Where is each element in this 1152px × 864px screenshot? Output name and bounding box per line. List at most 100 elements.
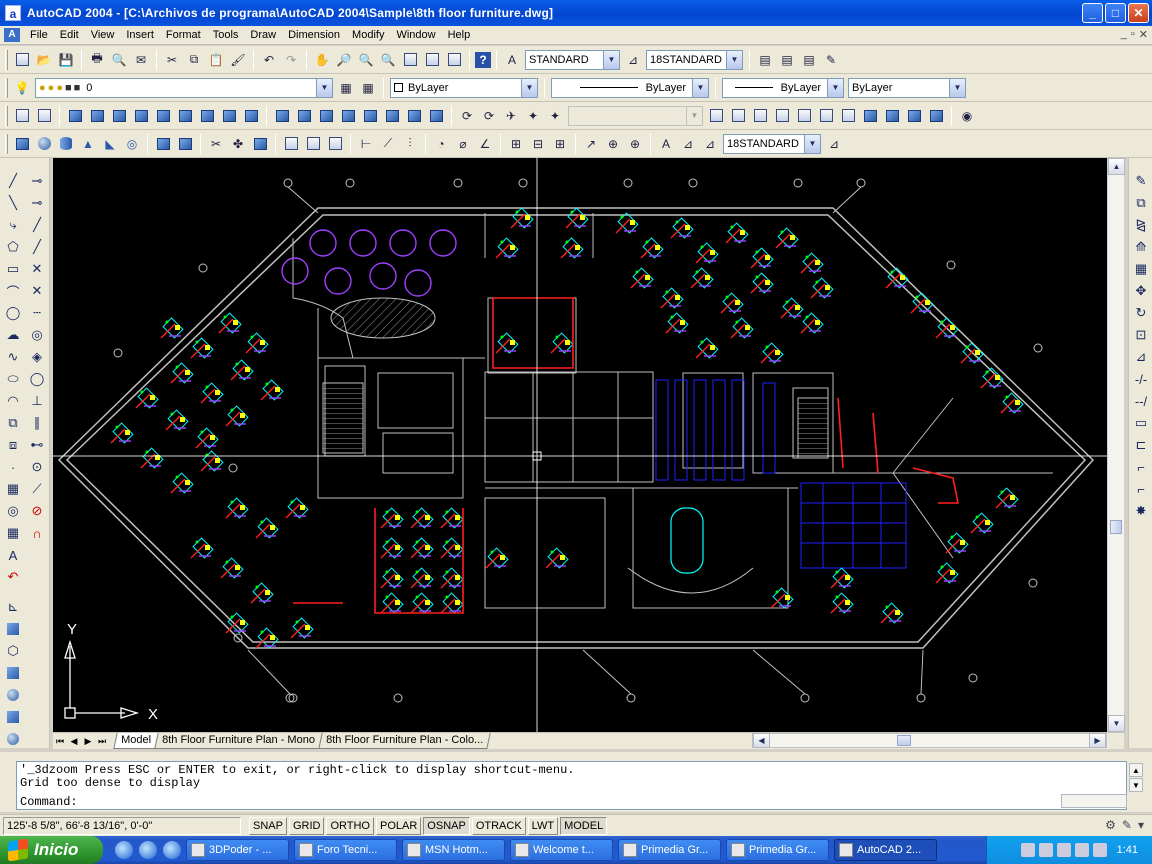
- title-bar[interactable]: a AutoCAD 2004 - [C:\Archivos de program…: [0, 0, 1152, 26]
- layer-tool-2-icon[interactable]: ▤: [777, 50, 797, 70]
- box-solid-icon[interactable]: [12, 134, 32, 154]
- pyramid-icon[interactable]: [109, 106, 129, 126]
- array-icon[interactable]: ▦: [1131, 259, 1151, 279]
- tab-furniture-plan-mono[interactable]: 8th Floor Furniture Plan - Mono: [154, 733, 323, 749]
- left-view-icon[interactable]: [772, 106, 792, 126]
- new-icon[interactable]: [12, 50, 32, 70]
- cone-solid-icon[interactable]: ▲: [78, 134, 98, 154]
- minimize-button[interactable]: _: [1082, 3, 1103, 23]
- revision-cloud-icon[interactable]: ☁: [3, 325, 23, 345]
- continue-dimension-icon[interactable]: ⊞: [550, 134, 570, 154]
- extend-icon[interactable]: --/: [1131, 391, 1151, 411]
- quicklaunch-media-icon[interactable]: [163, 841, 181, 859]
- lights-icon[interactable]: [316, 106, 336, 126]
- center-mark-icon[interactable]: ⊕: [625, 134, 645, 154]
- menu-edit[interactable]: Edit: [54, 29, 85, 41]
- command-scroll-up[interactable]: ▲: [1129, 763, 1143, 777]
- scene-icon[interactable]: [294, 106, 314, 126]
- ortho-toggle[interactable]: ORTHO: [326, 816, 374, 835]
- autocad-app-icon[interactable]: a: [5, 5, 21, 21]
- rectangle-icon[interactable]: ▭: [3, 259, 23, 279]
- ordinate-dimension-icon[interactable]: ⫶: [400, 134, 420, 154]
- ucs-icon[interactable]: ⊾: [3, 597, 23, 617]
- snap-endpoint-icon[interactable]: ╱: [27, 215, 47, 235]
- menu-format[interactable]: Format: [160, 29, 207, 41]
- vertical-scroll-thumb[interactable]: [1110, 520, 1122, 534]
- fillet-icon[interactable]: ⌐: [1131, 479, 1151, 499]
- polygon-icon[interactable]: ⬠: [3, 237, 23, 257]
- se-iso-icon[interactable]: [882, 106, 902, 126]
- top-view-icon[interactable]: [728, 106, 748, 126]
- revolve-icon[interactable]: [175, 134, 195, 154]
- design-center-icon[interactable]: [422, 50, 442, 70]
- trim-icon[interactable]: -/-: [1131, 369, 1151, 389]
- snap-midpoint-icon[interactable]: ╱: [27, 237, 47, 257]
- undo-small-icon[interactable]: ↶: [3, 567, 23, 587]
- copy-icon[interactable]: ⧉: [184, 50, 204, 70]
- spline-icon[interactable]: ∿: [3, 347, 23, 367]
- snap-from-icon[interactable]: ⊸: [27, 193, 47, 213]
- landscape-icon[interactable]: [426, 106, 446, 126]
- otrack-toggle[interactable]: OTRACK: [471, 816, 526, 835]
- grid-toggle[interactable]: GRID: [288, 816, 325, 835]
- quicklaunch-desktop-icon[interactable]: [115, 841, 133, 859]
- break-icon[interactable]: ⊏: [1131, 435, 1151, 455]
- command-scroll-down[interactable]: ▼: [1129, 778, 1143, 792]
- save-icon[interactable]: 💾: [56, 50, 76, 70]
- drawing-area[interactable]: Y X: [53, 158, 1107, 732]
- tolerance-icon[interactable]: ⊕: [603, 134, 623, 154]
- ucs-2-icon[interactable]: [3, 619, 23, 639]
- menu-modify[interactable]: Modify: [346, 29, 390, 41]
- setup-profile-icon[interactable]: [325, 134, 345, 154]
- tool-palettes-icon[interactable]: [444, 50, 464, 70]
- menu-draw[interactable]: Draw: [244, 29, 282, 41]
- linear-dimension-icon[interactable]: ⊢: [356, 134, 376, 154]
- task-button[interactable]: Welcome t...: [510, 839, 613, 861]
- sphere-mesh-icon[interactable]: [153, 106, 173, 126]
- ne-iso-icon[interactable]: [904, 106, 924, 126]
- plotstyle-select[interactable]: ByLayer ▼: [848, 77, 966, 98]
- next-tab-button[interactable]: ▶: [81, 734, 95, 748]
- 3d-zoom-icon[interactable]: ✦: [545, 106, 565, 126]
- tray-security-icon[interactable]: [1038, 843, 1053, 857]
- layer-tool-icon[interactable]: ▤: [755, 50, 775, 70]
- tray-volume-icon[interactable]: [1074, 843, 1089, 857]
- slice-icon[interactable]: ✂: [206, 134, 226, 154]
- quicklaunch-ie-icon[interactable]: [139, 841, 157, 859]
- task-button[interactable]: Foro Tecni...: [294, 839, 397, 861]
- task-button[interactable]: Primedia Gr...: [618, 839, 721, 861]
- setup-view-icon[interactable]: [303, 134, 323, 154]
- cylinder-icon[interactable]: [56, 134, 76, 154]
- match-properties-icon[interactable]: 🖌: [228, 50, 248, 70]
- open-icon[interactable]: 📂: [34, 50, 54, 70]
- tray-msn-icon[interactable]: [1056, 843, 1071, 857]
- table-icon[interactable]: ▦: [3, 523, 23, 543]
- back-view-icon[interactable]: [838, 106, 858, 126]
- extrude-icon[interactable]: [153, 134, 173, 154]
- zoom-realtime-icon[interactable]: 🔎: [334, 50, 354, 70]
- bottom-view-icon[interactable]: [750, 106, 770, 126]
- swivel-icon[interactable]: ✈: [501, 106, 521, 126]
- diameter-dimension-icon[interactable]: ⌀: [453, 134, 473, 154]
- command-history[interactable]: '_3dzoom Press ESC or ENTER to exit, or …: [16, 761, 1127, 810]
- construction-line-icon[interactable]: ╲: [3, 193, 23, 213]
- hatch-icon[interactable]: ▦: [3, 479, 23, 499]
- menu-tools[interactable]: Tools: [207, 29, 245, 41]
- model-toggle[interactable]: MODEL: [560, 816, 608, 835]
- view-select[interactable]: ▼: [568, 105, 703, 126]
- dimension-style-icon[interactable]: ⊿: [824, 134, 844, 154]
- layer-tool-3-icon[interactable]: ▤: [799, 50, 819, 70]
- make-block-icon[interactable]: ⧈: [3, 435, 23, 455]
- toolbar-grip[interactable]: [5, 49, 8, 70]
- mirror-icon[interactable]: ⧎: [1131, 215, 1151, 235]
- nw-iso-icon[interactable]: [926, 106, 946, 126]
- horizontal-scroll-thumb[interactable]: [897, 735, 911, 746]
- dish-icon[interactable]: [197, 106, 217, 126]
- angular-dimension-icon[interactable]: ∠: [475, 134, 495, 154]
- maximize-button[interactable]: □: [1105, 3, 1126, 23]
- last-tab-button[interactable]: ⏭: [95, 734, 109, 748]
- continuous-orbit-icon[interactable]: ⟳: [479, 106, 499, 126]
- linetype-select[interactable]: ByLayer ▼: [551, 77, 709, 98]
- front-view-icon[interactable]: [816, 106, 836, 126]
- orbit-icon[interactable]: ⟳: [457, 106, 477, 126]
